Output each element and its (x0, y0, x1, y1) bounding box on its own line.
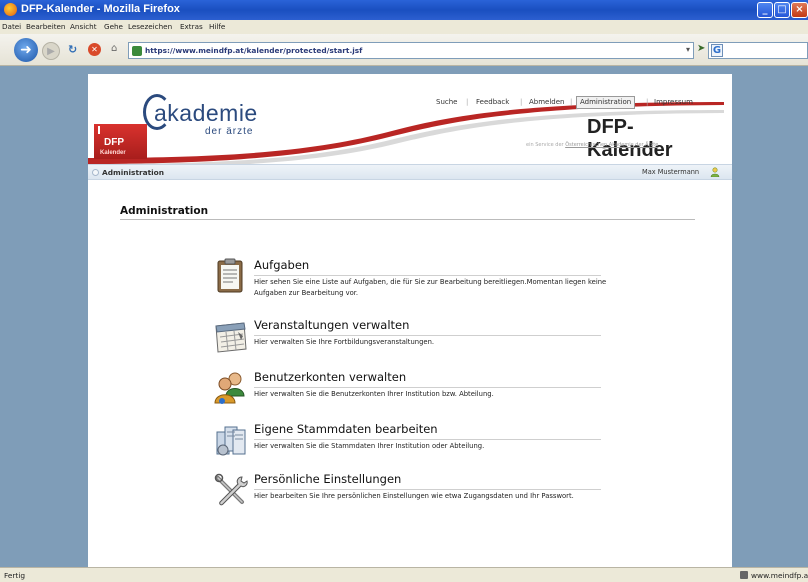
admin-entry-stammdaten[interactable]: Eigene Stammdaten bearbeiten Hier verwal… (212, 422, 612, 458)
badge-subtitle: Kalender (100, 150, 126, 156)
menu-datei[interactable]: Datei (2, 22, 21, 31)
home-button[interactable]: ⌂ (111, 43, 117, 54)
clipboard-icon (217, 258, 243, 293)
entry-description: Hier bearbeiten Sie Ihre persönlichen Ei… (254, 492, 574, 500)
stop-button[interactable]: ✕ (88, 43, 101, 56)
brand-title: DFP-Kalender (587, 116, 673, 161)
nav-feedback[interactable]: Feedback (476, 98, 509, 106)
menu-extras[interactable]: Extras (180, 22, 203, 31)
badge-title: DFP (104, 137, 124, 148)
menu-hilfe[interactable]: Hilfe (209, 22, 225, 31)
close-window-button[interactable]: × (791, 2, 808, 18)
status-bar: Fertig www.meindfp.at (0, 567, 808, 582)
status-host: www.meindfp.at (751, 571, 808, 580)
page-title: Administration (120, 205, 209, 217)
current-user[interactable]: Max Mustermann (642, 168, 699, 176)
admin-entry-benutzerkonten[interactable]: Benutzerkonten verwalten Hier verwalten … (212, 370, 612, 406)
menu-lesezeichen[interactable]: Lesezeichen (128, 22, 172, 31)
breadcrumb-bullet-icon (92, 169, 99, 176)
entry-heading[interactable]: Aufgaben (254, 258, 309, 272)
web-page: akademie der ärzte DFP Kalender Suche | … (88, 74, 732, 567)
calendar-icon (215, 322, 247, 353)
nav-administration[interactable]: Administration (576, 96, 636, 109)
badge-stripes (98, 126, 143, 134)
admin-entry-einstellungen[interactable]: Persönliche Einstellungen Hier bearbeite… (212, 472, 612, 518)
dfp-badge: DFP Kalender (94, 124, 147, 159)
site-icon (132, 46, 142, 56)
entry-heading[interactable]: Benutzerkonten verwalten (254, 370, 406, 384)
entry-heading[interactable]: Veranstaltungen verwalten (254, 318, 409, 332)
brand-subtitle-link[interactable]: Österreichischen Akademie der Ärzte (565, 142, 658, 148)
files-icon (216, 426, 246, 456)
site-header: akademie der ärzte DFP Kalender Suche | … (88, 80, 724, 168)
nav-separator: | (570, 98, 573, 106)
window-title: DFP-Kalender - Mozilla Firefox (21, 3, 180, 15)
menu-bearbeiten[interactable]: Bearbeiten (26, 22, 66, 31)
window-titlebar: DFP-Kalender - Mozilla Firefox _ □ × (0, 0, 808, 20)
logo-subtitle: der ärzte (205, 126, 254, 137)
lock-icon[interactable] (740, 571, 748, 579)
nav-impressum[interactable]: Impressum (654, 98, 693, 106)
forward-button[interactable]: ▶ (42, 42, 60, 60)
title-divider (120, 219, 695, 220)
entry-heading[interactable]: Eigene Stammdaten bearbeiten (254, 422, 438, 436)
nav-suche[interactable]: Suche (436, 98, 457, 106)
nav-separator: | (466, 98, 469, 106)
entry-divider (254, 489, 601, 490)
back-button[interactable]: ➜ (14, 38, 38, 62)
entry-divider (254, 335, 601, 336)
firefox-icon (4, 3, 17, 16)
tools-icon (214, 473, 248, 506)
nav-separator: | (520, 98, 523, 106)
admin-entry-veranstaltungen[interactable]: Veranstaltungen verwalten Hier verwalten… (212, 318, 612, 354)
address-bar[interactable]: https://www.meindfp.at/kalender/protecte… (128, 42, 694, 59)
entry-description: Hier verwalten Sie die Benutzerkonten Ih… (254, 390, 494, 398)
entry-divider (254, 275, 601, 276)
minimize-button[interactable]: _ (757, 2, 773, 18)
nav-abmelden[interactable]: Abmelden (529, 98, 565, 106)
entry-description: Hier verwalten Sie Ihre Fortbildungsvera… (254, 338, 435, 346)
address-url: https://www.meindfp.at/kalender/protecte… (145, 46, 363, 55)
users-icon (214, 372, 245, 404)
entry-heading[interactable]: Persönliche Einstellungen (254, 472, 401, 486)
entry-description: Hier sehen Sie eine Liste auf Aufgaben, … (254, 278, 607, 297)
menu-bar: Datei Bearbeiten Ansicht Gehe Lesezeiche… (0, 20, 808, 34)
breadcrumb: Administration (102, 168, 165, 177)
user-icon[interactable] (710, 167, 720, 177)
reload-button[interactable]: ↻ (68, 43, 77, 56)
go-button[interactable]: ➤ (697, 43, 705, 54)
google-search-icon[interactable]: G (711, 44, 723, 57)
menu-ansicht[interactable]: Ansicht (70, 22, 97, 31)
chevron-down-icon[interactable]: ▾ (686, 45, 690, 54)
admin-entry-aufgaben[interactable]: Aufgaben Hier sehen Sie eine Liste auf A… (212, 258, 612, 304)
nav-separator: | (646, 98, 649, 106)
entry-divider (254, 439, 601, 440)
menu-gehe[interactable]: Gehe (104, 22, 123, 31)
logo-text[interactable]: akademie (154, 100, 258, 127)
navigation-toolbar: ➜ ▶ ↻ ✕ ⌂ https://www.meindfp.at/kalende… (0, 34, 808, 66)
brand-subtitle: ein Service der Österreichischen Akademi… (526, 142, 658, 148)
maximize-button[interactable]: □ (774, 2, 790, 18)
breadcrumb-bar: Administration Max Mustermann (88, 164, 732, 180)
search-bar[interactable]: G (708, 42, 808, 59)
status-text: Fertig (4, 571, 26, 580)
entry-description: Hier verwalten Sie die Stammdaten Ihrer … (254, 442, 485, 450)
entry-divider (254, 387, 601, 388)
brand-subtitle-prefix: ein Service der (526, 142, 566, 148)
